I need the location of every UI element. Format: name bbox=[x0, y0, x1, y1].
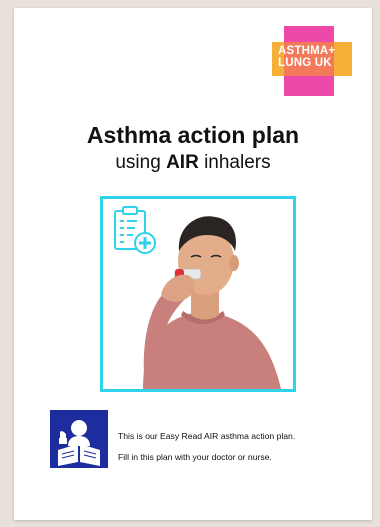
inhaler-photo bbox=[100, 196, 296, 392]
page-title: Asthma action plan bbox=[86, 122, 300, 148]
easy-read-line-1: This is our Easy Read AIR asthma action … bbox=[118, 431, 296, 441]
clipboard-plus-icon bbox=[114, 206, 156, 254]
logo-line-1: ASTHMA+ bbox=[278, 45, 336, 57]
man-using-inhaler bbox=[143, 216, 281, 389]
easy-read-text: This is our Easy Read AIR asthma action … bbox=[118, 426, 368, 468]
easy-read-icon bbox=[50, 410, 108, 468]
easy-read-line-2: Fill in this plan with your doctor or nu… bbox=[118, 452, 272, 462]
asthma-lung-uk-logo: ASTHMA+ LUNG UK bbox=[272, 26, 352, 96]
document-page: ASTHMA+ LUNG UK Asthma action plan using… bbox=[14, 8, 372, 520]
logo-line-2: LUNG UK bbox=[278, 57, 332, 69]
page-subtitle: using AIR inhalers bbox=[115, 152, 271, 173]
